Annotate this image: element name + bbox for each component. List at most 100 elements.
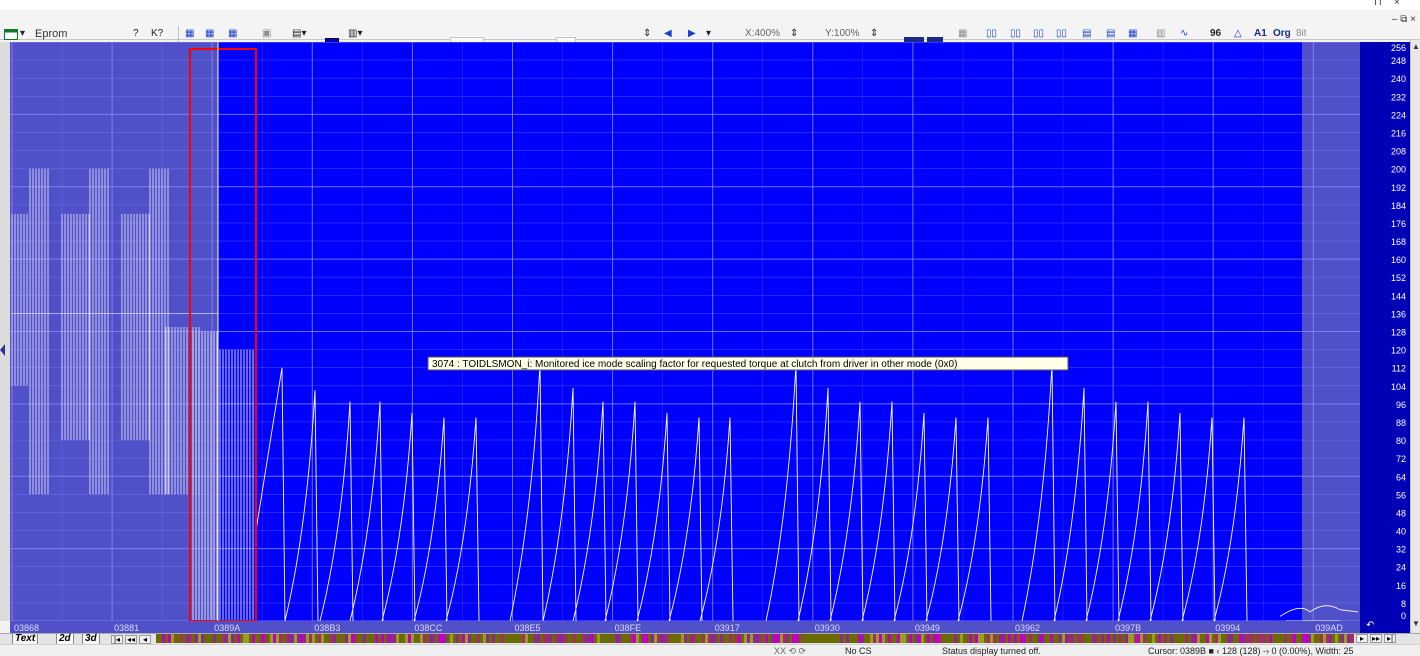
grid-icon[interactable]: ▦ [958,27,967,41]
hex-byte [1296,634,1299,643]
right-arrow-icon[interactable]: ▶ [688,27,696,41]
hex-byte [1050,634,1053,643]
graph-canvas[interactable]: 3074 : TOIDLSMON_i: Monitored ice mode s… [10,42,1360,621]
hex-byte [213,634,216,643]
mode-label[interactable]: Eprom [35,27,67,41]
8bit-button[interactable]: 8it [1296,27,1307,41]
hex-byte [444,634,447,643]
hex-byte [567,634,570,643]
x-zoom-label[interactable]: X:400% [745,27,780,41]
hex-byte [414,634,417,643]
hex-byte [522,634,525,643]
axis-corner: ↶ [1360,620,1410,633]
hex-byte [237,634,240,643]
hex-overview-canvas[interactable] [156,634,1354,643]
y-zoom-label[interactable]: Y:100% [825,27,859,41]
dropdown-icon[interactable]: ▾ [20,27,25,41]
hex-byte [639,634,642,643]
hex-byte [597,634,600,643]
hex-byte [330,634,333,643]
nav-last-button[interactable]: ▸| [1384,634,1396,643]
org-button[interactable]: Org [1273,27,1291,41]
hex-byte [906,634,909,643]
hex-byte [573,634,576,643]
spin-icon[interactable]: ⇕ [643,27,651,41]
waveform-graph[interactable]: 3074 : TOIDLSMON_i: Monitored ice mode s… [10,42,1360,621]
y-tick-label: 48 [1396,508,1406,518]
x-zoom-spin-icon[interactable]: ⇕ [790,27,798,41]
map-compare-icon[interactable]: ▦ [228,27,237,41]
insert-icon[interactable]: ▤▾ [292,27,306,41]
y-tick-label: 152 [1391,273,1406,283]
collapse-arrow-icon[interactable] [0,344,5,356]
hex-byte [1158,634,1161,643]
hex-byte [471,634,474,643]
curve-icon[interactable]: ∿ [1180,27,1188,41]
hex-byte [945,634,948,643]
scroll-up-icon[interactable]: ▲ [1412,42,1420,51]
hex-byte [684,634,687,643]
hex-byte [252,634,255,643]
word-view-icon[interactable]: ▯▯ [1033,27,1044,41]
context-help-icon[interactable]: K? [151,27,163,41]
nav-next-page-button[interactable]: ▸▸ [1370,634,1382,643]
hex-byte [1110,634,1113,643]
undo-icon[interactable]: ↶ [1366,620,1374,631]
title-bar: ⊓ × [0,0,1420,10]
hex-byte [525,634,528,643]
hex-view-icon[interactable]: ▯▯ [986,27,997,41]
map-icon[interactable]: ▦ [185,27,194,41]
hex-byte [1125,634,1128,643]
map-tooltip: 3074 : TOIDLSMON_i: Monitored ice mode s… [427,356,1069,371]
hex-view-2-icon[interactable]: ▯▯ [1010,27,1021,41]
hex-byte [555,634,558,643]
nav-prev-button[interactable]: ◂ [139,635,151,644]
mdi-controls[interactable]: – ⧉ × [1392,14,1416,25]
hex-byte [1083,634,1086,643]
delta-icon[interactable]: △ [1234,27,1242,41]
left-arrow-icon[interactable]: ◀ [664,27,672,41]
y-tick-label: 64 [1396,472,1406,482]
columns-icon[interactable]: ▥▾ [348,27,362,41]
dropdown-icon[interactable]: ▾ [706,27,711,41]
table-icon[interactable]: ▦ [1128,27,1137,41]
hex-byte [777,634,780,643]
cursor-readout: Cursor: 0389B ■ ‹ 128 (128) -› 0 (0.00%)… [1148,646,1354,656]
vertical-scrollbar[interactable]: ▲ ▼ [1410,40,1420,636]
hex-byte [387,634,390,643]
hex-byte [234,634,237,643]
y-zoom-spin-icon[interactable]: ⇕ [870,27,878,41]
percent-button[interactable]: 96 [1210,27,1221,41]
nav-prev-page-button[interactable]: ◂◂ [125,635,137,644]
hex-byte [1260,634,1263,643]
signed-icon[interactable]: ▤ [1082,27,1091,41]
a1-button[interactable]: A1 [1254,27,1267,41]
hex-byte [456,634,459,643]
hex-overview-strip[interactable] [156,634,1354,643]
hex-byte [1008,634,1011,643]
nav-next-button[interactable]: ▸ [1356,634,1368,643]
bar-icon[interactable]: ▥ [1156,27,1165,41]
status-indicators: XX ⟲ ⟳ [774,646,807,656]
help-icon[interactable]: ? [133,27,139,41]
scroll-down-icon[interactable]: ▼ [1412,619,1420,628]
hex-byte [528,634,531,643]
hex-byte [249,634,252,643]
hex-byte [1011,634,1014,643]
word-view-2-icon[interactable]: ▯▯ [1056,27,1067,41]
map-edit-icon[interactable]: ▦ [205,27,214,41]
app-icon[interactable] [4,29,18,40]
hex-byte [390,634,393,643]
hex-byte [1248,634,1251,643]
hex-byte [1002,634,1005,643]
minimize-icon[interactable]: ⊓ [1374,0,1382,8]
hex-byte [1341,634,1344,643]
close-icon[interactable]: × [1394,0,1400,8]
hex-byte [1023,634,1026,643]
nav-first-button[interactable]: |◂ [111,635,123,644]
hex-byte [930,634,933,643]
hex-byte [483,634,486,643]
copy-icon[interactable]: ▣ [262,27,271,41]
float-icon[interactable]: ▤ [1106,27,1115,41]
hex-byte [942,634,945,643]
